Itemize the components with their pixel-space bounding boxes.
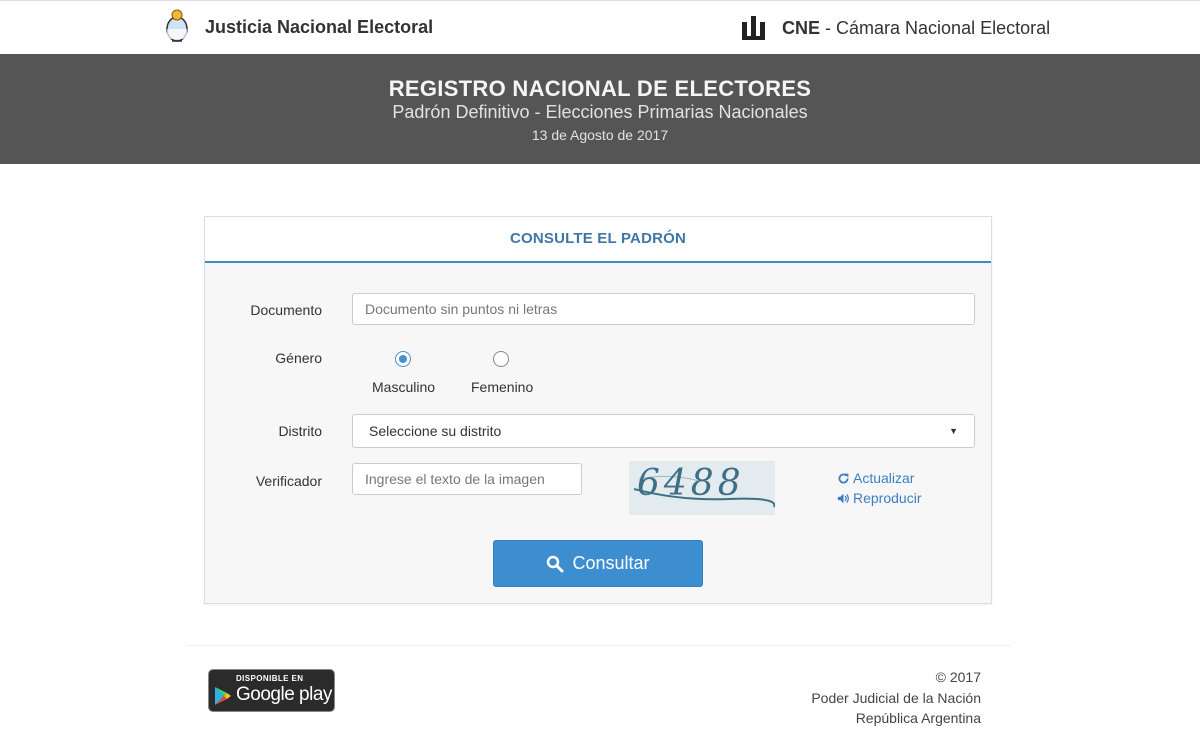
distrito-selected: Seleccione su distrito (369, 423, 502, 439)
brand-left-label: Justicia Nacional Electoral (205, 16, 434, 37)
consultar-button[interactable]: Consultar (493, 540, 703, 587)
footer-copyright: © 2017 (935, 669, 981, 685)
consulta-panel: CONSULTE EL PADRÓN Documento Género Masc… (204, 216, 992, 604)
volume-icon (837, 493, 849, 503)
radio-femenino-label[interactable]: Femenino (471, 379, 533, 395)
badge-small-text: DISPONIBLE EN (236, 674, 304, 683)
page-banner: REGISTRO NACIONAL DE ELECTORES Padrón De… (0, 54, 1200, 164)
genero-label: Género (275, 350, 322, 366)
refresh-captcha-link[interactable]: Actualizar (837, 470, 914, 486)
footer-info: © 2017 Poder Judicial de la Nación Repúb… (811, 667, 981, 729)
top-bar: Justicia Nacional Electoral CNE - Cámara… (0, 0, 1200, 54)
distrito-label: Distrito (278, 423, 322, 439)
refresh-icon (838, 473, 849, 483)
page-subtitle: Padrón Definitivo - Elecciones Primarias… (392, 102, 808, 122)
panel-heading: CONSULTE EL PADRÓN (509, 230, 687, 247)
distrito-select[interactable]: Seleccione su distrito ▼ (352, 414, 975, 448)
search-icon (547, 555, 564, 572)
radio-femenino[interactable] (493, 351, 509, 367)
footer-line2: República Argentina (855, 710, 981, 726)
footer-line1: Poder Judicial de la Nación (811, 689, 981, 706)
brand-right-bold: CNE (782, 17, 821, 38)
badge-big-text: Google play (236, 684, 332, 705)
google-play-icon (215, 687, 231, 705)
radio-masculino-label[interactable]: Masculino (372, 379, 435, 395)
consultar-label: Consultar (572, 553, 650, 573)
audio-captcha-label: Reproducir (853, 490, 922, 506)
captcha-text: 6488 (637, 463, 745, 504)
escudo-icon (166, 9, 188, 42)
brand-cne[interactable]: CNE - Cámara Nacional Electoral (740, 10, 1050, 46)
radio-masculino[interactable] (395, 351, 411, 367)
verificador-label: Verificador (255, 473, 322, 489)
refresh-captcha-label: Actualizar (853, 470, 915, 486)
cne-logo-icon (742, 16, 765, 40)
election-date: 13 de Agosto de 2017 (531, 127, 669, 143)
audio-captcha-link[interactable]: Reproducir (837, 490, 921, 506)
chevron-down-icon: ▼ (949, 426, 958, 436)
footer-divider (186, 645, 1010, 646)
brand-justicia[interactable]: Justicia Nacional Electoral (163, 7, 433, 47)
google-play-badge[interactable]: DISPONIBLE EN Google play (208, 669, 335, 712)
brand-right-rest: - Cámara Nacional Electoral (820, 17, 1051, 38)
captcha-image: 6488 (629, 461, 775, 515)
verificador-input[interactable] (352, 463, 582, 495)
documento-label: Documento (250, 302, 322, 318)
panel-header: CONSULTE EL PADRÓN (205, 217, 991, 263)
documento-input[interactable] (352, 293, 975, 325)
brand-right-label: CNE - Cámara Nacional Electoral (782, 18, 1050, 39)
page-title: REGISTRO NACIONAL DE ELECTORES (388, 76, 812, 101)
